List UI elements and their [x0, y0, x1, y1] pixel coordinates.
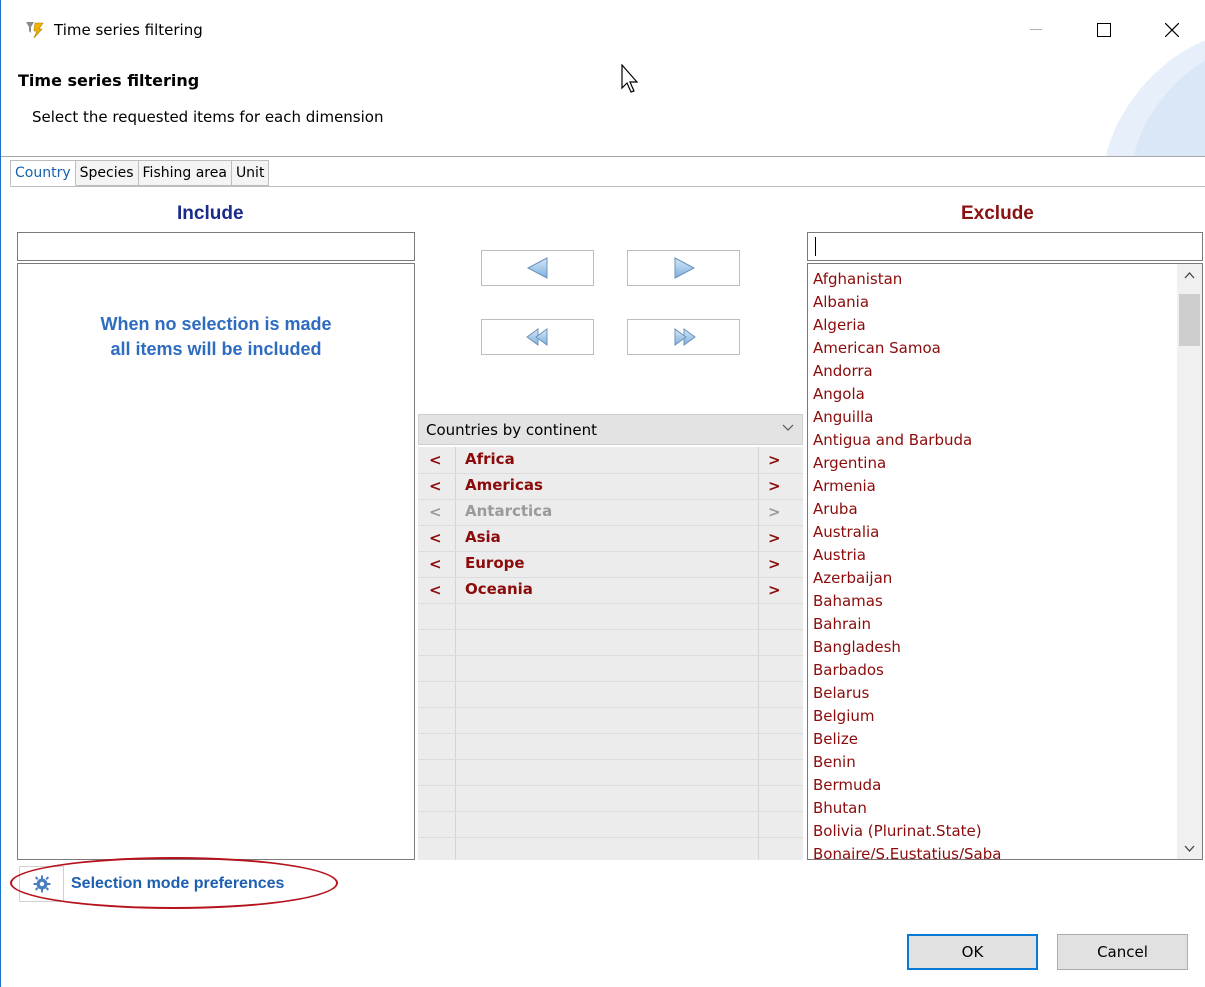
exclude-heading: Exclude: [961, 203, 1034, 224]
header-decoration: [1106, 40, 1205, 156]
continent-row-europe: < Europe >: [418, 551, 803, 577]
list-item[interactable]: Belgium: [813, 705, 875, 728]
scroll-up-icon[interactable]: [1177, 264, 1202, 286]
header-subtitle: Select the requested items for each dime…: [32, 108, 384, 126]
exclude-continent-button: >: [768, 503, 781, 521]
list-item[interactable]: Australia: [813, 521, 879, 544]
list-item[interactable]: Armenia: [813, 475, 876, 498]
list-item[interactable]: Bonaire/S.Eustatius/Saba: [813, 843, 1001, 859]
continent-row-americas: < Americas >: [418, 473, 803, 499]
tab-underline: [10, 186, 1205, 187]
exclude-continent-button[interactable]: >: [768, 451, 782, 469]
title-bar: Time series filtering: [1, 0, 1205, 60]
tab-unit[interactable]: Unit: [231, 160, 270, 186]
tab-country[interactable]: Country: [10, 160, 76, 186]
exclude-continent-button[interactable]: >: [768, 581, 782, 599]
scroll-thumb[interactable]: [1179, 294, 1200, 346]
include-empty-message: When no selection is made all items will…: [100, 314, 332, 359]
list-item[interactable]: Bermuda: [813, 774, 881, 797]
include-heading: Include: [177, 203, 244, 224]
scroll-down-icon[interactable]: [1177, 837, 1202, 859]
minimize-icon[interactable]: [1013, 14, 1059, 46]
list-item[interactable]: Anguilla: [813, 406, 874, 429]
include-continent-button[interactable]: <: [429, 477, 443, 495]
list-item[interactable]: Aruba: [813, 498, 858, 521]
chevron-down-icon: [782, 421, 794, 436]
window-title: Time series filtering: [54, 21, 203, 39]
list-item[interactable]: Angola: [813, 383, 865, 406]
include-continent-button[interactable]: <: [429, 451, 443, 469]
list-item[interactable]: Benin: [813, 751, 856, 774]
text-caret: [815, 237, 816, 256]
list-item[interactable]: Barbados: [813, 659, 884, 682]
include-continent-button: <: [429, 503, 442, 521]
continent-name: Antarctica: [465, 502, 553, 520]
exclude-continent-button[interactable]: >: [768, 555, 782, 573]
continent-name: Europe: [465, 554, 525, 572]
include-filter-input[interactable]: [17, 232, 415, 261]
move-all-right-button[interactable]: [627, 319, 740, 355]
exclude-scrollbar[interactable]: [1177, 264, 1202, 859]
list-item[interactable]: Andorra: [813, 360, 873, 383]
include-continent-button[interactable]: <: [429, 529, 443, 547]
continent-row-asia: < Asia >: [418, 525, 803, 551]
exclude-filter-input[interactable]: [807, 232, 1203, 261]
list-item[interactable]: Bolivia (Plurinat.State): [813, 820, 982, 843]
double-arrow-left-icon: [525, 328, 547, 346]
arrow-right-icon: [674, 257, 695, 279]
exclude-list[interactable]: Afghanistan Albania Algeria American Sam…: [807, 263, 1203, 860]
list-item[interactable]: Albania: [813, 291, 869, 314]
include-list[interactable]: When no selection is made all items will…: [17, 263, 415, 860]
tab-bar: Country Species Fishing area Unit: [10, 160, 270, 187]
list-item[interactable]: Azerbaijan: [813, 567, 892, 590]
continent-row-oceania: < Oceania >: [418, 577, 803, 603]
header-separator: [1, 156, 1205, 157]
header-title: Time series filtering: [18, 71, 200, 90]
list-item[interactable]: Belize: [813, 728, 858, 751]
dialog-window: Time series filtering Time series filter…: [0, 0, 1205, 987]
continent-name: Americas: [465, 476, 543, 494]
arrow-left-icon: [526, 257, 547, 279]
move-selected-right-button[interactable]: [627, 250, 740, 286]
exclude-continent-button[interactable]: >: [768, 477, 782, 495]
tab-fishing-area[interactable]: Fishing area: [138, 160, 232, 186]
continent-grid: < Africa > < Americas > < Antarctica > <…: [418, 447, 803, 860]
cancel-button[interactable]: Cancel: [1057, 934, 1188, 970]
list-item[interactable]: Afghanistan: [813, 268, 902, 291]
mouse-cursor-icon: [621, 64, 639, 93]
filter-app-icon: [26, 22, 44, 39]
continent-name: Africa: [465, 450, 515, 468]
exclude-continent-button[interactable]: >: [768, 529, 782, 547]
list-item[interactable]: Belarus: [813, 682, 869, 705]
list-item[interactable]: Austria: [813, 544, 866, 567]
tab-species[interactable]: Species: [75, 160, 139, 186]
continent-name: Asia: [465, 528, 501, 546]
list-item[interactable]: Antigua and Barbuda: [813, 429, 972, 452]
list-item[interactable]: Bhutan: [813, 797, 867, 820]
list-item[interactable]: American Samoa: [813, 337, 941, 360]
list-item[interactable]: Argentina: [813, 452, 886, 475]
list-item[interactable]: Bangladesh: [813, 636, 901, 659]
include-continent-button[interactable]: <: [429, 581, 443, 599]
include-continent-button[interactable]: <: [429, 555, 443, 573]
continent-row-antarctica: < Antarctica >: [418, 499, 803, 525]
move-all-left-button[interactable]: [481, 319, 594, 355]
list-item[interactable]: Algeria: [813, 314, 866, 337]
continent-name: Oceania: [465, 580, 533, 598]
ok-button[interactable]: OK: [907, 934, 1038, 970]
move-selected-left-button[interactable]: [481, 250, 594, 286]
grouping-select[interactable]: Countries by continent: [418, 414, 803, 445]
double-arrow-right-icon: [674, 328, 696, 346]
continent-row-africa: < Africa >: [418, 447, 803, 473]
grouping-select-value: Countries by continent: [426, 420, 597, 439]
list-item[interactable]: Bahrain: [813, 613, 871, 636]
list-item[interactable]: Bahamas: [813, 590, 883, 613]
annotation-highlight: [10, 857, 338, 909]
